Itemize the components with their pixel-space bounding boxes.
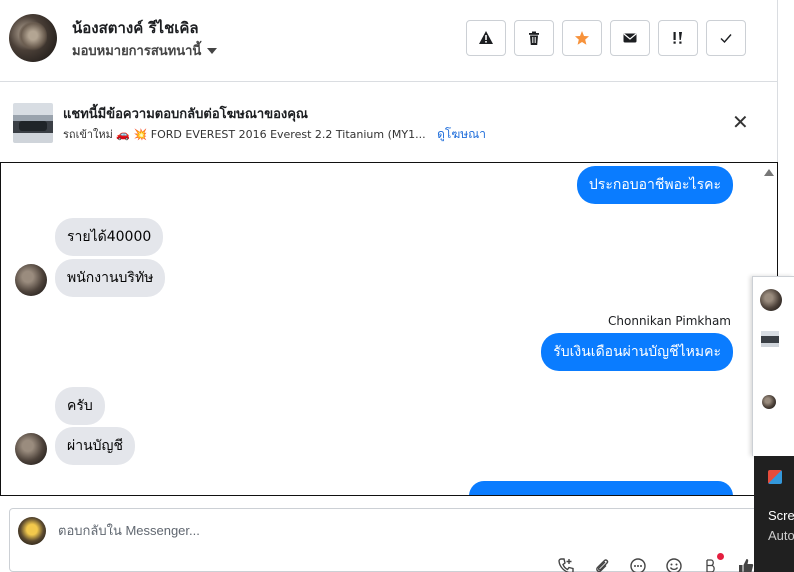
ad-thumbnail xyxy=(761,331,779,347)
trash-icon xyxy=(529,31,539,45)
mark-unread-button[interactable] xyxy=(610,20,650,56)
toast-body: Auto xyxy=(768,528,794,543)
payment-icon[interactable] xyxy=(699,553,724,572)
view-ad-link[interactable]: ดูโฆษณา xyxy=(437,127,486,141)
ad-description: รถเข้าใหม่ 🚗 💥 FORD EVEREST 2016 Everest… xyxy=(63,128,426,141)
contact-avatar[interactable] xyxy=(9,14,57,62)
toast-title: Scre xyxy=(768,508,794,523)
app-icon xyxy=(768,470,782,484)
delete-button[interactable] xyxy=(514,20,554,56)
contact-avatar-small[interactable] xyxy=(760,289,782,311)
follow-up-button[interactable] xyxy=(658,20,698,56)
message-bubble-incoming[interactable]: ผ่านบัญชี xyxy=(55,427,135,465)
paperclip-icon[interactable] xyxy=(591,557,613,572)
mark-done-button[interactable] xyxy=(706,20,746,56)
star-button[interactable] xyxy=(562,20,602,56)
message-bubble-outgoing-partial[interactable] xyxy=(469,481,733,495)
follow-up-icon xyxy=(673,32,682,44)
minimized-chat-panel[interactable] xyxy=(752,276,794,456)
close-icon[interactable]: ✕ xyxy=(732,111,749,133)
system-notification-toast[interactable]: Scre Auto xyxy=(754,456,794,572)
call-icon[interactable] xyxy=(555,557,577,572)
contact-name[interactable]: น้องสตางค์ รีไชเคิล xyxy=(72,16,199,40)
warning-icon xyxy=(479,31,493,44)
header-actions xyxy=(466,20,746,56)
envelope-icon xyxy=(623,33,637,43)
assign-label: มอบหมายการสนทนานี้ xyxy=(72,44,202,59)
page-avatar xyxy=(18,517,46,545)
contact-avatar-small xyxy=(762,395,776,409)
caret-down-icon xyxy=(207,47,218,54)
message-bubble-incoming[interactable]: ครับ xyxy=(55,387,105,425)
assign-conversation-dropdown[interactable]: มอบหมายการสนทนานี้ xyxy=(72,40,218,61)
saved-replies-icon[interactable] xyxy=(627,557,649,572)
conversation-header: น้องสตางค์ รีไชเคิล มอบหมายการสนทนานี้ xyxy=(0,0,778,82)
composer-tools xyxy=(555,553,757,572)
checkmark-icon xyxy=(720,34,732,44)
ad-reply-banner: แชทนี้มีข้อความตอบกลับต่อโฆษณาของคุณ รถเ… xyxy=(0,83,778,162)
reply-composer xyxy=(9,508,778,572)
ad-banner-subtitle: รถเข้าใหม่ 🚗 💥 FORD EVEREST 2016 Everest… xyxy=(63,125,486,144)
emoji-icon[interactable] xyxy=(663,557,685,572)
inbox-conversation-panel: น้องสตางค์ รีไชเคิล มอบหมายการสนทนานี้ แ… xyxy=(0,0,778,572)
report-button[interactable] xyxy=(466,20,506,56)
message-bubble-outgoing[interactable]: รับเงินเดือนผ่านบัญชีไหมคะ xyxy=(541,333,733,371)
reply-input[interactable] xyxy=(58,523,658,538)
sender-name: Chonnikan Pimkham xyxy=(608,314,731,328)
message-bubble-incoming[interactable]: พนักงานบริทัษ xyxy=(55,259,166,297)
ad-thumbnail[interactable] xyxy=(13,103,53,143)
message-bubble-incoming[interactable]: รายได้40000 xyxy=(55,218,164,256)
contact-avatar-small[interactable] xyxy=(15,264,47,296)
message-thread[interactable]: ประกอบอาชีพอะไรคะ รายได้40000 พนักงานบริ… xyxy=(0,162,778,496)
message-bubble-outgoing[interactable]: ประกอบอาชีพอะไรคะ xyxy=(576,166,733,204)
notification-dot xyxy=(717,553,724,560)
ad-banner-title: แชทนี้มีข้อความตอบกลับต่อโฆษณาของคุณ xyxy=(63,107,308,122)
star-icon xyxy=(575,31,589,45)
scroll-up-arrow-icon[interactable] xyxy=(764,169,774,176)
contact-avatar-small[interactable] xyxy=(15,433,47,465)
